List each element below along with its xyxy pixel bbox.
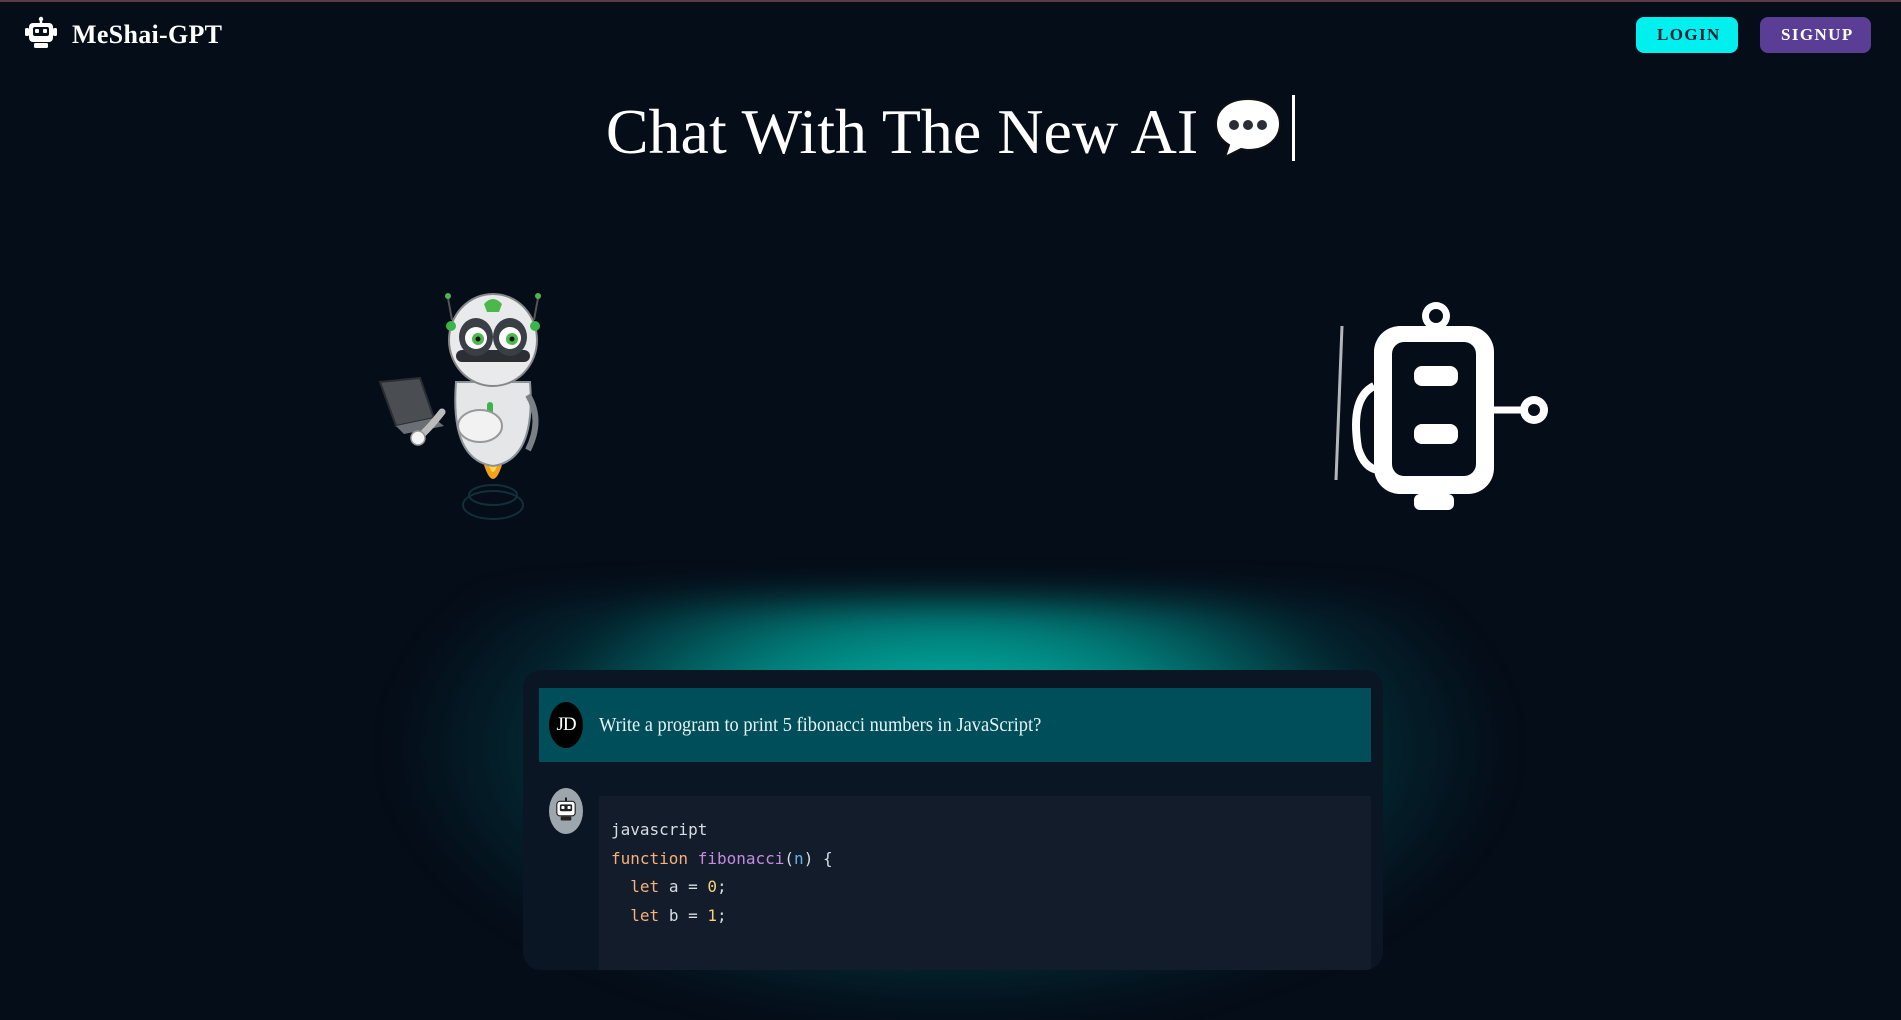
code-keyword: let [630, 905, 660, 925]
user-message: JD Write a program to print 5 fibonacci … [539, 688, 1371, 762]
robot-icon [553, 796, 579, 827]
brand[interactable]: MeShai-GPT [24, 16, 222, 55]
auth-buttons: LOGIN SIGNUP [1636, 17, 1871, 53]
user-avatar: JD [549, 702, 583, 748]
hero-title: Chat With The New AI [0, 94, 1901, 178]
code-number: 0 [707, 877, 717, 896]
hero-title-text: Chat With The New AI [605, 96, 1199, 167]
code-text: b = [668, 905, 708, 925]
typing-caret [1292, 95, 1296, 161]
code-function-name: fibonacci [697, 848, 785, 868]
bot-avatar [549, 788, 583, 834]
code-line: let a = 0; [611, 877, 727, 896]
chat-preview-card: JD Write a program to print 5 fibonacci … [523, 670, 1383, 970]
code-line: let b = 1; [611, 905, 727, 925]
bot-code-block: javascript function fibonacci(n) { let a… [599, 796, 1371, 970]
robot-with-laptop-illustration [378, 290, 548, 530]
code-text: a = [668, 877, 708, 896]
code-keyword: let [630, 877, 660, 896]
code-punct: ; [716, 905, 727, 925]
code-keyword: function [611, 848, 689, 868]
signup-button[interactable]: SIGNUP [1760, 17, 1871, 53]
code-param: n [794, 848, 804, 868]
robot-icon [24, 16, 58, 55]
navbar: MeShai-GPT LOGIN SIGNUP [0, 2, 1901, 68]
robot-outline-illustration [1330, 298, 1550, 516]
code-number: 1 [707, 905, 717, 925]
brand-name: MeShai-GPT [72, 20, 223, 49]
code-language-label: javascript [611, 820, 708, 839]
code-punct: ( [784, 848, 795, 868]
code-punct: ; [716, 877, 727, 896]
user-message-text: Write a program to print 5 fibonacci num… [599, 713, 1042, 736]
login-button[interactable]: LOGIN [1636, 17, 1738, 53]
code-line: function fibonacci(n) { [611, 849, 833, 868]
speech-bubble-icon [1212, 95, 1284, 178]
code-punct: ) { [803, 848, 833, 868]
